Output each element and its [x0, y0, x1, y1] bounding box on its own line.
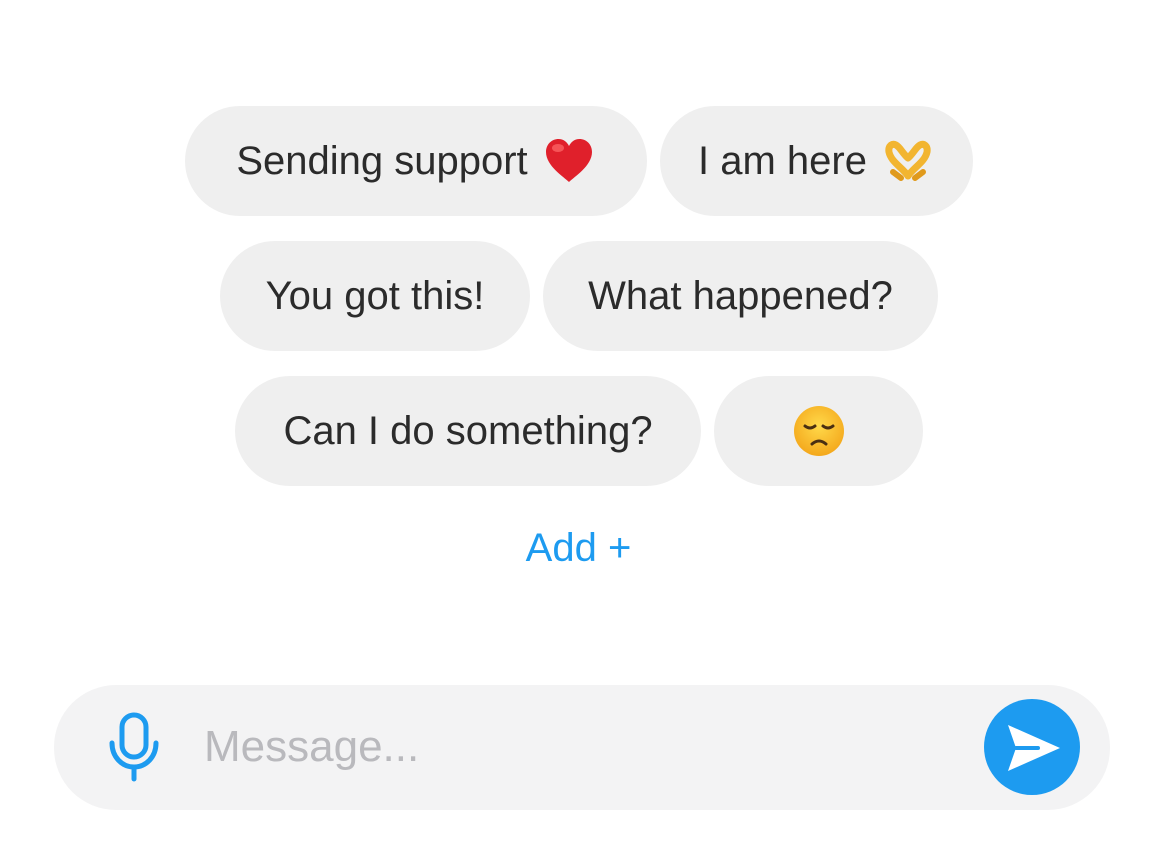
quick-reply-disappointed-emoji[interactable]	[714, 376, 923, 486]
message-composer	[54, 685, 1110, 810]
disappointed-face-icon	[792, 404, 846, 458]
quick-reply-sending-support[interactable]: Sending support	[185, 106, 647, 216]
heart-hands-icon	[881, 134, 935, 188]
quick-reply-panel: Sending support I am here You got this! …	[0, 0, 1164, 861]
microphone-icon[interactable]	[106, 711, 162, 783]
quick-reply-label: I am here	[698, 138, 867, 183]
add-quick-reply-link[interactable]: Add +	[0, 526, 1157, 571]
quick-reply-label: Can I do something?	[283, 408, 653, 453]
quick-reply-label: What happened?	[588, 273, 893, 318]
red-heart-icon	[542, 134, 596, 188]
quick-reply-can-i-do-something[interactable]: Can I do something?	[235, 376, 701, 486]
quick-reply-what-happened[interactable]: What happened?	[543, 241, 938, 351]
quick-reply-label: Sending support	[236, 138, 528, 183]
message-input[interactable]	[204, 715, 964, 779]
send-button[interactable]	[984, 699, 1080, 795]
quick-reply-i-am-here[interactable]: I am here	[660, 106, 973, 216]
quick-reply-label: You got this!	[265, 273, 485, 318]
quick-reply-you-got-this[interactable]: You got this!	[220, 241, 530, 351]
send-icon	[1008, 725, 1060, 771]
